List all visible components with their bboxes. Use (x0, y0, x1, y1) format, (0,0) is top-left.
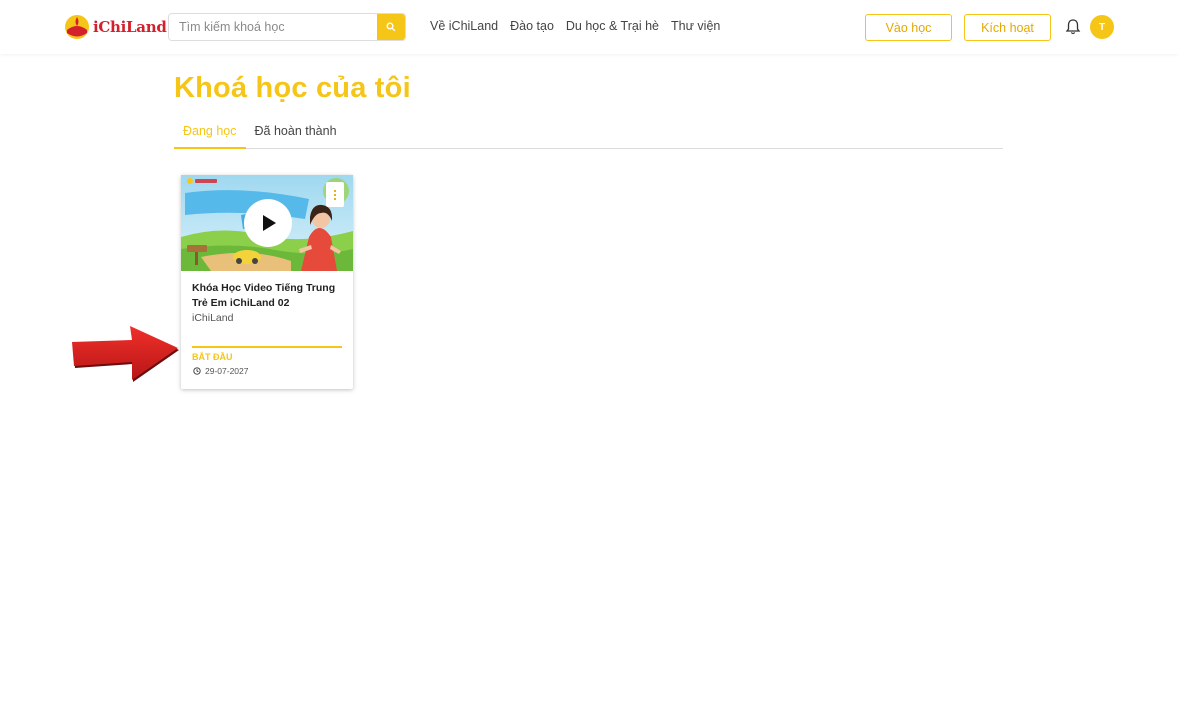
nav-library[interactable]: Thư viện (671, 19, 720, 33)
nav-about[interactable]: Về iChiLand (430, 19, 498, 33)
main-nav: Về iChiLand Đào tạo Du học & Trại hè Thư… (430, 19, 720, 33)
course-progress-bar (192, 346, 342, 348)
logo[interactable]: iChiLand (64, 14, 167, 40)
learn-button[interactable]: Vào học (865, 14, 952, 41)
play-icon (263, 215, 276, 231)
avatar[interactable]: T (1090, 15, 1114, 39)
course-date: 29-07-2027 (205, 366, 249, 376)
search-button[interactable] (377, 14, 405, 40)
play-button[interactable] (244, 199, 292, 247)
nav-training[interactable]: Đào tạo (510, 19, 554, 33)
search-box (168, 13, 406, 41)
course-date-row: 29-07-2027 (193, 366, 248, 376)
course-author: iChiLand (192, 312, 234, 324)
annotation-arrow-icon (72, 326, 179, 382)
search-icon (386, 22, 396, 32)
logo-text: iChiLand (93, 18, 167, 36)
card-menu-button[interactable] (326, 182, 344, 207)
more-vertical-icon (333, 189, 337, 200)
course-progress-fill (192, 346, 342, 348)
course-tabs: Đang học Đã hoàn thành (174, 118, 1003, 149)
course-card[interactable]: Khóa Học Video Tiếng Trung Trẻ Em iChiLa… (181, 175, 353, 389)
tab-completed[interactable]: Đã hoàn thành (246, 118, 346, 149)
nav-study-abroad[interactable]: Du học & Trại hè (566, 19, 659, 33)
search-input[interactable] (169, 14, 377, 40)
logo-icon (65, 15, 89, 39)
course-thumbnail[interactable] (181, 175, 353, 271)
tab-in-progress[interactable]: Đang học (174, 118, 246, 149)
page-title: Khoá học của tôi (174, 72, 411, 104)
clock-icon (193, 367, 201, 375)
bell-icon[interactable] (1064, 18, 1082, 36)
top-header: iChiLand Về iChiLand Đào tạo Du học & Tr… (0, 0, 1178, 54)
activate-button[interactable]: Kích hoạt (964, 14, 1051, 41)
course-title[interactable]: Khóa Học Video Tiếng Trung Trẻ Em iChiLa… (192, 281, 344, 311)
start-button[interactable]: BẮT ĐẦU (192, 352, 233, 362)
